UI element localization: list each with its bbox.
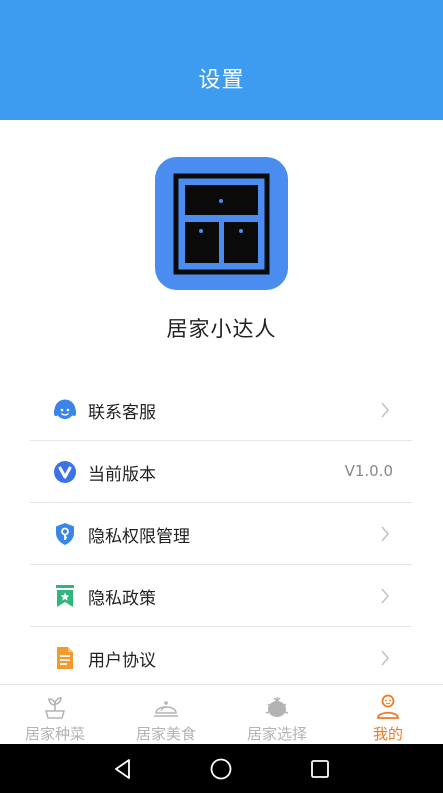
- tab-home-choice[interactable]: 居家选择: [222, 685, 332, 745]
- system-navigation-bar: [0, 744, 443, 793]
- chevron-right-icon: [381, 526, 390, 542]
- chevron-right-icon: [381, 650, 390, 666]
- user-icon: [377, 694, 399, 719]
- header-bar: 设置: [0, 0, 443, 120]
- tab-label: 居家美食: [135, 725, 196, 743]
- version-v-icon: [54, 461, 76, 483]
- recents-square-icon[interactable]: [307, 756, 333, 782]
- menu-item-contact-service[interactable]: 联系客服: [30, 379, 412, 441]
- cabinet-icon: [173, 173, 270, 275]
- tab-home-planting[interactable]: 居家种菜: [0, 685, 110, 745]
- durian-icon: [265, 697, 289, 717]
- back-triangle-icon[interactable]: [110, 756, 136, 782]
- page-title: 设置: [198, 68, 245, 93]
- version-value: V1.0.0: [344, 462, 393, 480]
- menu-item-privacy-permissions[interactable]: 隐私权限管理: [30, 503, 412, 565]
- shield-key-icon: [56, 523, 74, 545]
- pot-plant-icon: [45, 697, 65, 719]
- menu-item-user-agreement[interactable]: 用户协议: [30, 627, 412, 689]
- tab-label: 居家选择: [246, 725, 307, 743]
- menu-label: 当前版本: [88, 465, 156, 485]
- menu-label: 用户协议: [88, 651, 156, 671]
- menu-label: 隐私政策: [88, 589, 156, 609]
- app-name: 居家小达人: [166, 317, 277, 341]
- menu-label: 隐私权限管理: [88, 527, 190, 547]
- chevron-right-icon: [381, 402, 390, 418]
- headset-icon: [54, 399, 76, 419]
- tab-label: 我的: [372, 725, 403, 743]
- food-cover-icon: [154, 701, 178, 717]
- bookmark-star-icon: [56, 585, 74, 607]
- menu-item-privacy-policy[interactable]: 隐私政策: [30, 565, 412, 627]
- app-logo: [155, 157, 288, 290]
- tab-label: 居家种菜: [24, 725, 85, 743]
- menu-item-current-version[interactable]: 当前版本 V1.0.0: [30, 441, 412, 503]
- chevron-right-icon: [381, 588, 390, 604]
- home-circle-icon[interactable]: [208, 756, 234, 782]
- document-icon: [57, 647, 73, 669]
- tab-home-food[interactable]: 居家美食: [111, 685, 221, 745]
- tab-mine[interactable]: 我的: [333, 685, 443, 745]
- bottom-tab-bar: 居家种菜 居家美食 居家选择 我的: [0, 684, 443, 744]
- menu-label: 联系客服: [88, 403, 156, 423]
